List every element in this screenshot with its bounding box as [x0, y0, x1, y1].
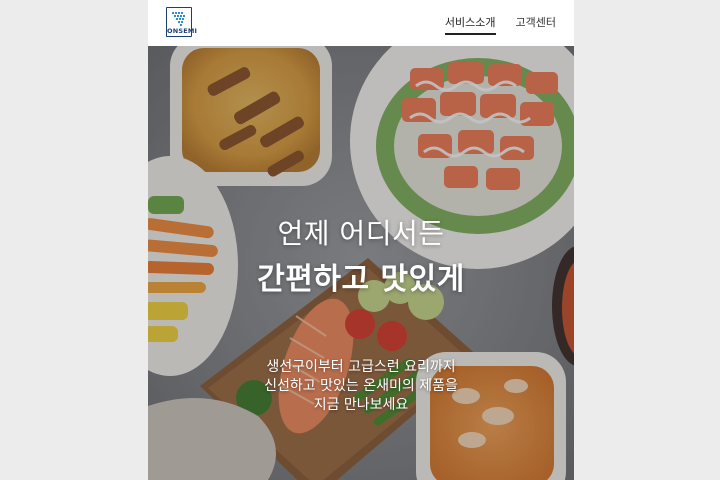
hero-subtext-line-3: 지금 만나보세요 [313, 397, 409, 413]
mobile-page: ONSEMI 서비스소개 고객센터 언제 어디서든 간편하고 맛있게 생선구이부… [148, 0, 574, 480]
hero-headline-line-2: 간편하고 맛있게 [257, 262, 465, 297]
site-header: ONSEMI 서비스소개 고객센터 [148, 0, 574, 46]
logo-text: ONSEMI [167, 27, 198, 35]
onsemi-logo[interactable]: ONSEMI [166, 7, 198, 37]
nav-item-service-intro[interactable]: 서비스소개 [444, 14, 496, 35]
hero-subtext-line-1: 생선구이부터 고급스런 요리까지 [266, 359, 456, 375]
hero-subtext: 생선구이부터 고급스런 요리까지 신선하고 맛있는 온새미의 제품을 지금 만나… [148, 358, 574, 415]
hero-headline-line-1: 언제 어디서든 [277, 217, 445, 250]
logo-mark-icon [172, 12, 185, 26]
hero-subtext-line-2: 신선하고 맛있는 온새미의 제품을 [264, 378, 458, 394]
hero-banner: 언제 어디서든 간편하고 맛있게 생선구이부터 고급스런 요리까지 신선하고 맛… [148, 46, 574, 480]
top-nav: 서비스소개 고객센터 [444, 14, 556, 35]
nav-item-customer-center[interactable]: 고객센터 [516, 14, 556, 35]
